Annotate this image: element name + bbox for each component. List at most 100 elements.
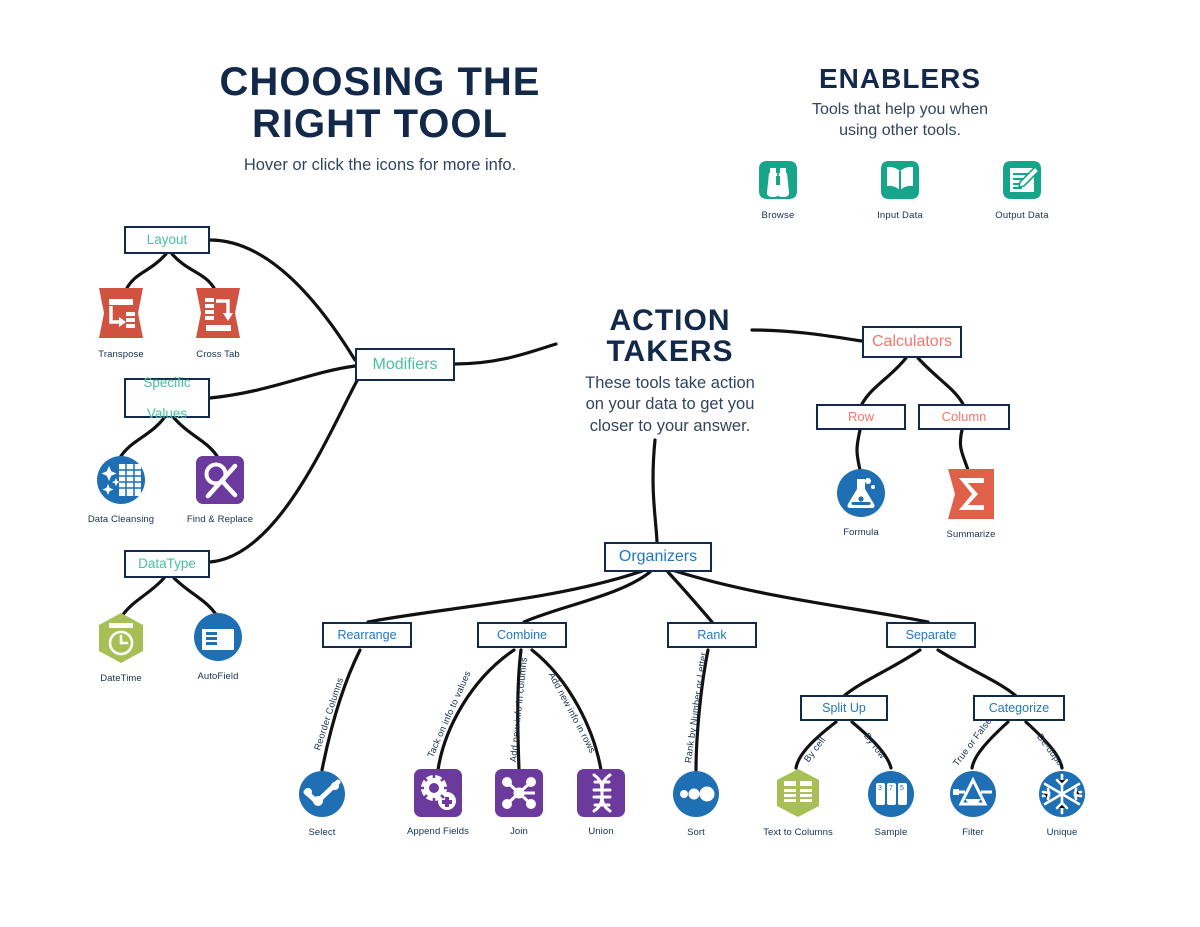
enabler-icon-row: Browse Input Data Output Data <box>740 155 1060 221</box>
action-takers-heading: ACTION TAKERS These tools take action on… <box>545 305 795 437</box>
edge-label-de-dupe: De-dupe <box>1035 731 1066 768</box>
page-title: CHOOSING THE RIGHT TOOL Hover or click t… <box>190 60 570 176</box>
tool-data-cleansing[interactable]: Data Cleansing <box>73 455 169 525</box>
tool-find-replace[interactable]: Find & Replace <box>172 455 268 525</box>
tool-label: Union <box>588 826 614 837</box>
enablers-subtitle-line2: using other tools. <box>839 121 961 139</box>
tool-transpose[interactable]: Transpose <box>73 286 169 360</box>
autofield-icon <box>170 612 266 667</box>
svg-text:5: 5 <box>900 785 904 792</box>
node-label: Categorize <box>988 701 1050 715</box>
tool-unique[interactable]: Unique <box>1014 770 1110 838</box>
tool-label: DateTime <box>100 673 142 684</box>
summarize-sigma-icon <box>923 468 1019 525</box>
node-label: Column <box>941 408 987 424</box>
node-separate[interactable]: Separate <box>886 622 976 648</box>
node-split-up[interactable]: Split Up <box>800 695 888 721</box>
node-specific-values[interactable]: Specific Values <box>124 375 210 421</box>
node-label: Split Up <box>822 701 866 715</box>
tool-summarize[interactable]: Summarize <box>923 468 1019 540</box>
node-calculators[interactable]: Calculators <box>862 326 962 358</box>
tool-cross-tab[interactable]: Cross Tab <box>170 286 266 360</box>
tool-union[interactable]: Union <box>553 769 649 837</box>
enabler-label: Output Data <box>995 210 1049 221</box>
action-takers-line2: TAKERS <box>606 335 734 369</box>
tool-label: Sort <box>687 827 705 838</box>
unique-snowflake-icon <box>1014 770 1110 823</box>
node-label: Combine <box>496 628 548 642</box>
node-modifiers[interactable]: Modifiers <box>355 348 455 381</box>
tool-label: Formula <box>843 527 879 538</box>
enabler-output-data[interactable]: Output Data <box>984 155 1060 221</box>
tool-formula[interactable]: Formula <box>813 468 909 538</box>
svg-text:7: 7 <box>889 785 893 792</box>
tool-label: Data Cleansing <box>87 514 155 525</box>
edge-label-by-row: By row <box>862 730 888 761</box>
text-to-columns-icon <box>750 768 846 823</box>
action-takers-sub1: These tools take action <box>585 374 755 393</box>
edge-label-add-info-columns: Add new info in columns <box>508 656 529 763</box>
node-rearrange[interactable]: Rearrange <box>322 622 412 648</box>
tool-label: Summarize <box>946 529 996 540</box>
tool-label: Filter <box>962 827 984 838</box>
node-label: Row <box>847 408 874 424</box>
enabler-label: Browse <box>761 210 795 221</box>
svg-text:3: 3 <box>878 785 882 792</box>
node-label: Layout <box>146 232 188 248</box>
tool-label: Unique <box>1046 827 1078 838</box>
tool-label: Select <box>308 827 336 838</box>
data-cleansing-icon <box>73 455 169 510</box>
page-title-line2: RIGHT TOOL <box>252 101 508 146</box>
node-rank[interactable]: Rank <box>667 622 757 648</box>
tool-label: Cross Tab <box>196 349 240 360</box>
transpose-icon <box>73 286 169 345</box>
tool-label: AutoField <box>197 671 239 682</box>
node-row[interactable]: Row <box>816 404 906 430</box>
action-takers-sub2: on your data to get you <box>585 395 755 414</box>
page-title-line1: CHOOSING THE <box>219 60 541 104</box>
tool-text-to-columns[interactable]: Text to Columns <box>750 768 846 838</box>
union-dna-icon <box>553 769 649 822</box>
enablers-heading: ENABLERS Tools that help you when using … <box>760 64 1040 141</box>
tool-sort[interactable]: Sort <box>648 770 744 838</box>
tool-datetime[interactable]: DateTime <box>73 612 169 684</box>
edge-label-by-cell: By cell <box>802 734 828 765</box>
node-label: Specific Values <box>143 375 191 421</box>
open-book-icon <box>875 155 925 205</box>
tool-autofield[interactable]: AutoField <box>170 612 266 682</box>
tool-label: Transpose <box>98 349 144 360</box>
tool-filter[interactable]: Filter <box>925 770 1021 838</box>
tool-label: Text to Columns <box>763 827 833 838</box>
node-label: Rank <box>697 628 727 642</box>
sort-icon <box>648 770 744 823</box>
action-takers-line1: ACTION <box>609 304 731 337</box>
action-takers-sub3: closer to your answer. <box>589 416 751 435</box>
find-replace-icon <box>172 455 268 510</box>
node-label: Rearrange <box>337 628 397 642</box>
edge-label-reorder-columns: Reorder Columns <box>312 676 346 752</box>
tool-label: Find & Replace <box>186 514 254 525</box>
enabler-browse[interactable]: Browse <box>740 155 816 221</box>
node-layout[interactable]: Layout <box>124 226 210 254</box>
document-pencil-icon <box>997 155 1047 205</box>
node-label: Modifiers <box>372 355 438 373</box>
datetime-icon <box>73 612 169 669</box>
node-label: Separate <box>905 628 957 642</box>
node-datatype[interactable]: DataType <box>124 550 210 578</box>
cross-tab-icon <box>170 286 266 345</box>
node-organizers[interactable]: Organizers <box>604 542 712 572</box>
enabler-label: Input Data <box>877 210 923 221</box>
tool-select[interactable]: Select <box>274 770 370 838</box>
edge-label-true-or-false: True or False <box>951 716 994 769</box>
node-label: DataType <box>138 556 196 572</box>
enablers-title: ENABLERS <box>818 63 981 94</box>
binoculars-icon <box>753 155 803 205</box>
select-icon <box>274 770 370 823</box>
node-label: Calculators <box>871 333 953 351</box>
node-column[interactable]: Column <box>918 404 1010 430</box>
edge-label-rank-by: Rank by Number or Letter <box>683 651 709 764</box>
edge-label-tack-on-info: Tack on info to values <box>425 669 473 760</box>
formula-flask-icon <box>813 468 909 523</box>
node-combine[interactable]: Combine <box>477 622 567 648</box>
enabler-input-data[interactable]: Input Data <box>862 155 938 221</box>
